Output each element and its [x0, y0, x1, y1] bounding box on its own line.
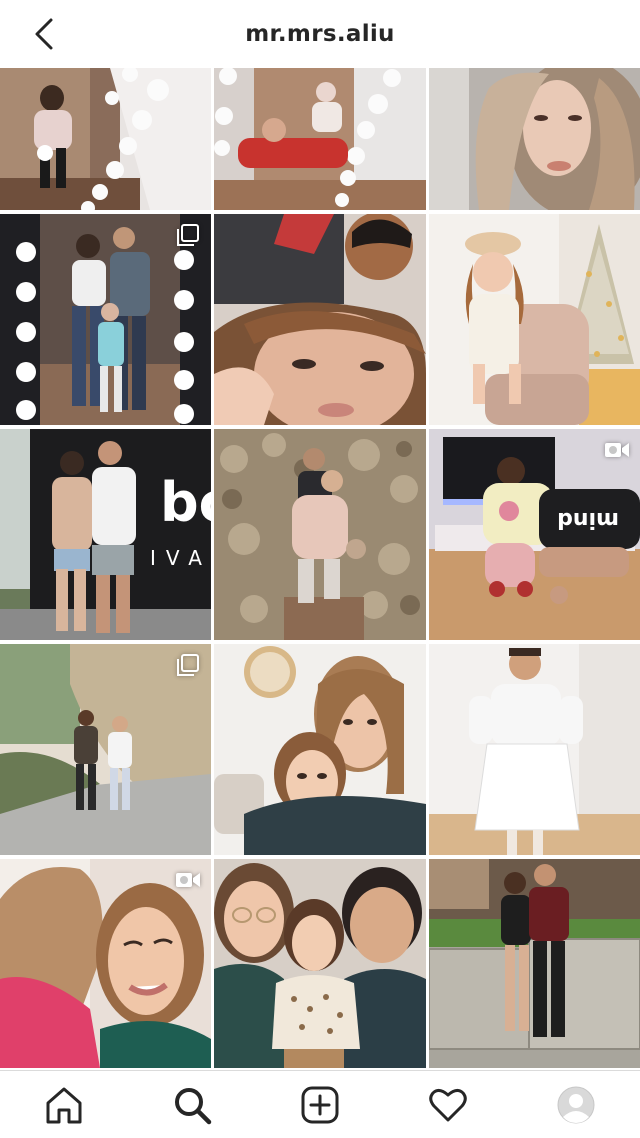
- post-tile[interactable]: [214, 644, 426, 855]
- post-image: [429, 68, 640, 210]
- svg-text:IVA: IVA: [150, 546, 211, 570]
- bottom-tab-bar: [0, 1070, 640, 1138]
- post-tile[interactable]: [429, 68, 640, 210]
- post-image: [214, 429, 426, 640]
- post-tile[interactable]: [214, 214, 426, 425]
- tab-activity[interactable]: [416, 1073, 480, 1137]
- video-badge: [604, 439, 630, 461]
- carousel-badge: [175, 654, 201, 676]
- posts-grid: bc IVA: [0, 68, 640, 1070]
- home-icon: [46, 1087, 82, 1123]
- carousel-icon: [177, 654, 199, 676]
- post-tile[interactable]: [429, 859, 640, 1068]
- search-icon: [175, 1087, 212, 1124]
- post-image: [429, 214, 640, 425]
- post-tile[interactable]: [214, 429, 426, 640]
- profile-avatar: [557, 1086, 595, 1123]
- video-camera-icon: [605, 443, 629, 457]
- post-image: [214, 644, 426, 855]
- post-tile[interactable]: [0, 68, 211, 210]
- post-tile[interactable]: [429, 214, 640, 425]
- post-tile[interactable]: [0, 644, 211, 855]
- post-image: [429, 644, 640, 855]
- video-camera-icon: [176, 873, 200, 887]
- post-tile[interactable]: [0, 214, 211, 425]
- post-tile[interactable]: bc IVA: [0, 429, 211, 640]
- post-tile[interactable]: mind: [429, 429, 640, 640]
- post-image: [0, 68, 211, 210]
- tab-home[interactable]: [32, 1073, 96, 1137]
- tab-profile[interactable]: [544, 1073, 608, 1137]
- post-tile[interactable]: [214, 68, 426, 210]
- tab-new-post[interactable]: [288, 1073, 352, 1137]
- new-post-icon: [301, 1086, 339, 1123]
- post-tile[interactable]: [214, 859, 426, 1068]
- video-badge: [175, 869, 201, 891]
- top-header: mr.mrs.aliu: [0, 0, 640, 68]
- svg-text:mind: mind: [557, 507, 619, 532]
- post-image: [214, 214, 426, 425]
- back-button[interactable]: [24, 14, 64, 54]
- post-image: [214, 68, 426, 210]
- carousel-icon: [177, 224, 199, 246]
- chevron-left-icon: [35, 18, 53, 50]
- post-image: [429, 859, 640, 1068]
- post-tile[interactable]: [429, 644, 640, 855]
- tab-search[interactable]: [160, 1073, 224, 1137]
- svg-text:bc: bc: [160, 471, 211, 534]
- post-tile[interactable]: [0, 859, 211, 1068]
- post-image: bc IVA: [0, 429, 211, 640]
- carousel-badge: [175, 224, 201, 246]
- post-image: [214, 859, 426, 1068]
- activity-heart-icon: [429, 1088, 467, 1121]
- profile-username-title: mr.mrs.aliu: [245, 21, 395, 47]
